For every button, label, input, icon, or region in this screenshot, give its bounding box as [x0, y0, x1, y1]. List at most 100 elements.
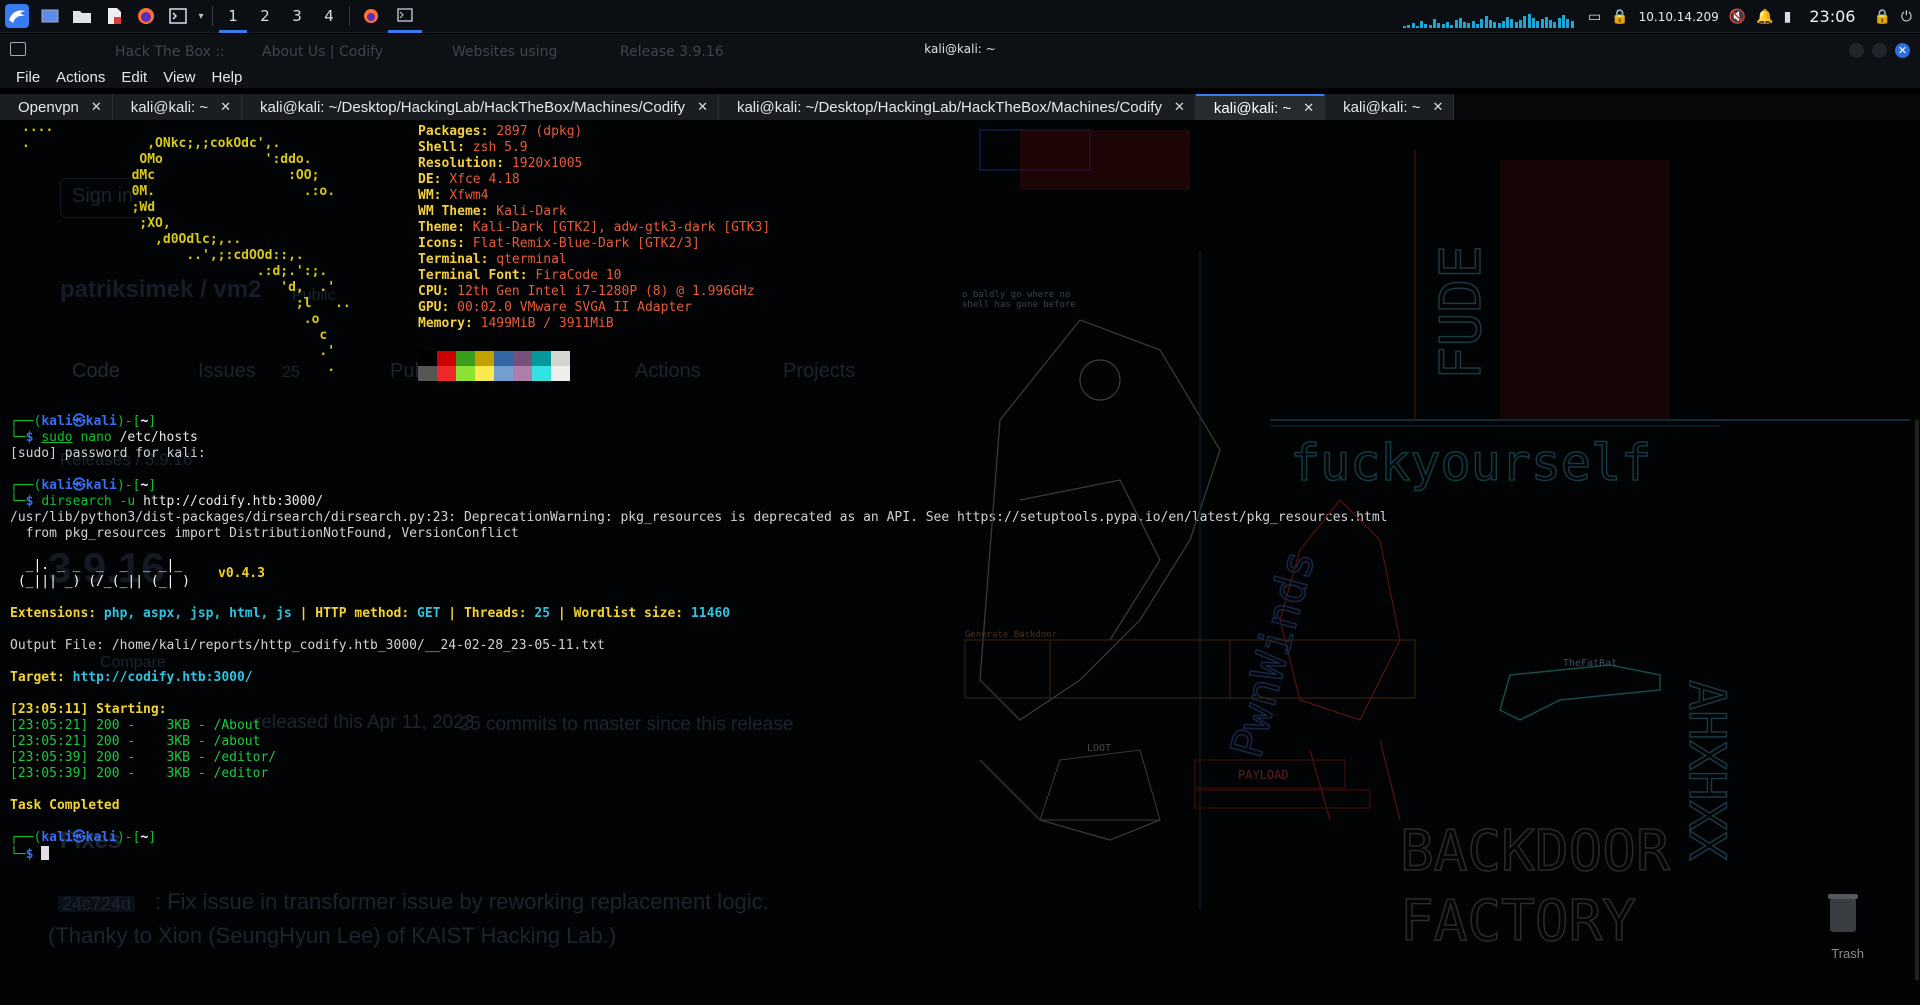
menu-help[interactable]: Help [203, 69, 250, 86]
tab-label: kali@kali: ~ [1343, 98, 1421, 116]
taskbar-terminal[interactable] [388, 0, 422, 33]
power-icon[interactable]: ⏻ [1901, 9, 1912, 25]
cpu-bar [1497, 22, 1501, 28]
neofetch-key: Terminal Font: [418, 268, 528, 283]
text-editor-icon[interactable] [98, 0, 130, 33]
ghost-compare: Compare [100, 654, 166, 671]
cmd-arg: /etc/hosts [119, 430, 198, 445]
close-tab-icon[interactable]: ✕ [1432, 99, 1443, 115]
trash-label[interactable]: Trash [1831, 946, 1864, 962]
neofetch-key: Icons: [418, 236, 465, 251]
neofetch-info-row: Packages: 2897 (dpkg) [418, 124, 582, 140]
palette-swatch [437, 351, 456, 366]
show-desktop-icon[interactable] [34, 0, 66, 33]
cpu-bar [1463, 21, 1467, 28]
file-manager-icon[interactable] [66, 0, 98, 33]
cpu-bar [1407, 24, 1411, 28]
deprecation-warning-2: from pkg_resources import DistributionNo… [10, 526, 519, 541]
notification-icon[interactable]: 🔔 [1756, 9, 1773, 25]
prompt-line-2: ┌──(kali㉿kali)-[~] [10, 478, 157, 493]
palette-swatch [418, 366, 437, 381]
tab-openvpn[interactable]: Openvpn ✕ [0, 94, 113, 120]
ghost-actions: Actions [635, 360, 701, 382]
neofetch-logo-row: ;XO, [22, 216, 171, 231]
display-icon[interactable]: ▭ [1588, 9, 1601, 25]
result-row: [23:05:39] 200 - 3KB - /editor/ [10, 750, 277, 765]
cmd-flag: -u [119, 494, 136, 509]
neofetch-info-row: GPU: 00:02.0 VMware SVGA II Adapter [418, 300, 692, 316]
menu-actions[interactable]: Actions [48, 69, 113, 86]
window-title: kali@kali: ~ [924, 42, 996, 56]
tab-kali-home[interactable]: kali@kali: ~ ✕ [112, 94, 243, 120]
menu-file[interactable]: File [8, 69, 48, 86]
neofetch-value: Xfce 4.18 [449, 172, 520, 187]
result-row: [23:05:39] 200 - 3KB - /editor [10, 766, 269, 781]
taskbar-firefox[interactable] [354, 0, 388, 33]
target-value: http://codify.htb:3000/ [72, 670, 253, 685]
workspace-3[interactable]: 3 [281, 0, 313, 33]
cpu-bar [1450, 24, 1454, 28]
clock[interactable]: 23:06 [1809, 7, 1855, 26]
neofetch-key: Shell: [418, 140, 465, 155]
neofetch-info-row: Terminal Font: FiraCode 10 [418, 268, 622, 284]
mute-icon[interactable]: 🔇 [1729, 9, 1746, 25]
firefox-icon[interactable] [130, 0, 162, 33]
minimize-button[interactable] [1849, 43, 1864, 58]
close-tab-icon[interactable]: ✕ [1303, 100, 1314, 116]
cpu-bar [1527, 13, 1531, 28]
cpu-bar [1536, 20, 1540, 28]
close-tab-icon[interactable]: ✕ [220, 99, 231, 115]
neofetch-logo-row: .... [22, 120, 54, 135]
lock-screen-icon[interactable]: 🔒 [1873, 9, 1890, 25]
kali-menu-icon[interactable] [0, 0, 34, 33]
cpu-bar [1549, 19, 1553, 28]
neofetch-value: FiraCode 10 [535, 268, 622, 283]
ghost-thanks: (Thanky to Xion (SeungHyun Lee) of KAIST… [48, 923, 617, 948]
ghost-released: released this Apr 11, 2023 [255, 712, 475, 733]
close-tab-icon[interactable]: ✕ [697, 99, 708, 115]
svg-text:fuckyourself: fuckyourself [1290, 434, 1651, 492]
workspace-4[interactable]: 4 [313, 0, 345, 33]
cpu-bar [1415, 25, 1419, 28]
palette-swatch [494, 366, 513, 381]
cmd-nano: nano [80, 430, 112, 445]
maximize-button[interactable] [1872, 43, 1887, 58]
close-tab-icon[interactable]: ✕ [91, 99, 102, 115]
terminal-output[interactable]: Sign in patriksimek / vm2 Public Code Is… [0, 120, 1920, 1005]
cmd-dirsearch: dirsearch [41, 494, 112, 509]
dirsearch-version: v0.4.3 [218, 566, 265, 581]
command-line-3[interactable]: └─$ [10, 846, 50, 863]
cpu-bar [1531, 17, 1535, 28]
window-titlebar[interactable]: Hack The Box :: About Us | Codify Websit… [0, 34, 1920, 66]
neofetch-info-row: WM Theme: Kali-Dark [418, 204, 567, 220]
palette-swatch [551, 351, 570, 366]
close-window-button[interactable]: ✕ [1895, 43, 1910, 58]
cpu-bar [1411, 22, 1415, 28]
menu-view[interactable]: View [155, 69, 203, 86]
neofetch-logo-row: ..',;:cdOOd::,. [22, 248, 304, 263]
workspace-1[interactable]: 1 [217, 0, 249, 33]
cpu-graph [1402, 6, 1578, 28]
tab-kali-active[interactable]: kali@kali: ~ ✕ [1195, 94, 1326, 120]
palette-swatch [513, 366, 532, 381]
trash-icon[interactable] [1826, 890, 1860, 934]
motto-line-1: o baldly go where no [962, 290, 1071, 300]
neofetch-value: Kali-Dark [496, 204, 567, 219]
close-tab-icon[interactable]: ✕ [1174, 99, 1185, 115]
tab-codify-1[interactable]: kali@kali: ~/Desktop/HackingLab/HackTheB… [242, 94, 719, 120]
battery-icon[interactable]: ▮ [1784, 9, 1792, 25]
prompt-user: kali [41, 830, 73, 845]
chevron-down-icon[interactable]: ▾ [194, 0, 208, 33]
tab-codify-2[interactable]: kali@kali: ~/Desktop/HackingLab/HackTheB… [718, 94, 1196, 120]
neofetch-logo-row: .o [22, 312, 320, 327]
loot-label: LOOT [1087, 743, 1112, 754]
cpu-bar [1445, 21, 1449, 28]
terminal-icon[interactable] [162, 0, 194, 33]
tab-kali-last[interactable]: kali@kali: ~ ✕ [1325, 94, 1455, 120]
cpu-bar [1553, 21, 1557, 28]
cpu-bar [1424, 23, 1428, 28]
menu-edit[interactable]: Edit [113, 69, 155, 86]
workspace-2[interactable]: 2 [249, 0, 281, 33]
cpu-bar [1544, 16, 1548, 28]
ghost-projects: Projects [783, 360, 856, 382]
